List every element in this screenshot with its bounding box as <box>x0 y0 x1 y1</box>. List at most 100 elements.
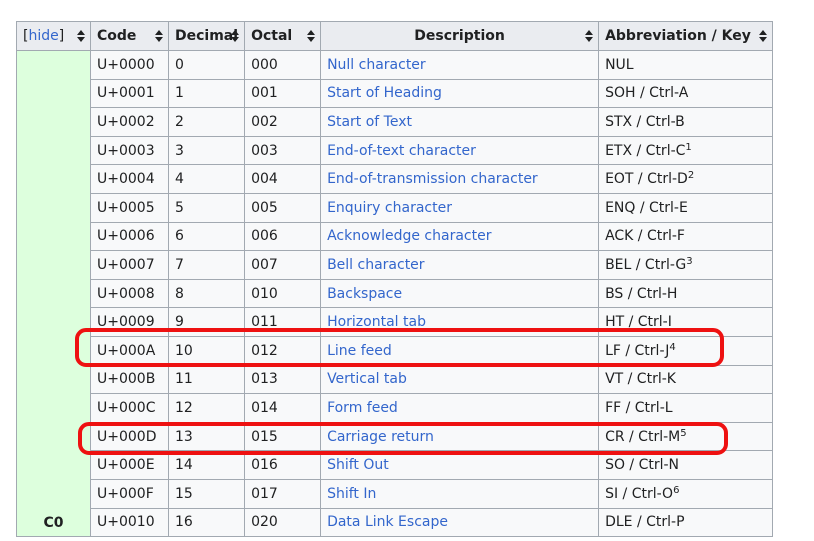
description-link[interactable]: Shift Out <box>327 457 389 473</box>
footnote-ref[interactable]: 1 <box>685 142 691 153</box>
abbreviation-cell: BS / Ctrl-H <box>598 278 774 309</box>
code-cell: U+0008 <box>90 278 169 309</box>
octal-cell: 020 <box>244 507 322 538</box>
header-decimal[interactable]: Decimal <box>167 21 246 51</box>
description-cell: Line feed <box>320 335 600 366</box>
octal-cell: 001 <box>244 78 322 109</box>
description-cell: Shift In <box>320 478 600 509</box>
table-row: C0 U+0000 0 000 Null character NUL <box>16 49 774 538</box>
abbreviation-text: BEL / Ctrl-G <box>605 256 687 273</box>
abbreviation-cell: HT / Ctrl-I <box>598 307 774 337</box>
table-row: U+000D 13 015 Carriage return CR / Ctrl-M5 <box>17 421 774 452</box>
code-cell: U+000E <box>90 450 169 480</box>
table-header-row: [hide] Code Decimal Octal Description Ab… <box>16 21 774 51</box>
sort-icon[interactable] <box>307 30 316 42</box>
header-hide-toggle[interactable]: [hide] <box>16 21 91 51</box>
abbreviation-text: STX / Ctrl-B <box>605 113 685 130</box>
description-cell: Shift Out <box>320 450 600 480</box>
octal-cell: 002 <box>244 107 322 137</box>
footnote-ref[interactable]: 2 <box>688 170 694 181</box>
code-cell: U+0009 <box>90 307 169 337</box>
decimal-cell: 14 <box>167 450 246 480</box>
description-link[interactable]: Horizontal tab <box>327 314 426 330</box>
description-link[interactable]: Acknowledge character <box>327 228 491 244</box>
abbreviation-cell: CR / Ctrl-M5 <box>598 421 774 452</box>
abbreviation-cell: EOT / Ctrl-D2 <box>598 164 774 194</box>
description-link[interactable]: End-of-text character <box>327 143 476 159</box>
octal-cell: 012 <box>244 335 322 366</box>
decimal-cell: 15 <box>167 478 246 509</box>
abbreviation-cell: STX / Ctrl-B <box>598 107 774 137</box>
footnote-ref[interactable]: 3 <box>686 256 692 267</box>
sort-icon[interactable] <box>759 30 768 42</box>
abbreviation-text: CR / Ctrl-M <box>605 428 681 445</box>
table-row: U+0006 6 006 Acknowledge character ACK / Ctr… <box>17 221 774 252</box>
description-cell: Enquiry character <box>320 192 600 223</box>
sort-icon[interactable] <box>155 30 163 42</box>
header-code[interactable]: Code <box>90 21 169 51</box>
sort-icon[interactable] <box>585 30 594 42</box>
description-link[interactable]: Data Link Escape <box>327 514 448 530</box>
description-cell: Vertical tab <box>320 364 600 395</box>
table-row: U+000B 11 013 Vertical tab VT / Ctrl-K <box>17 364 774 395</box>
octal-cell: 003 <box>244 135 322 166</box>
header-description[interactable]: Description <box>320 21 600 51</box>
decimal-cell: 2 <box>167 107 246 137</box>
table-row: U+0008 8 010 Backspace BS / Ctrl-H <box>17 278 774 309</box>
control-characters-table: [hide] Code Decimal Octal Description Ab… <box>16 21 774 538</box>
footnote-ref[interactable]: 4 <box>669 342 675 353</box>
description-link[interactable]: Form feed <box>327 400 398 416</box>
sort-icon[interactable] <box>77 30 85 42</box>
decimal-cell: 1 <box>167 78 246 109</box>
code-cell: U+000D <box>90 421 169 452</box>
abbreviation-text: HT / Ctrl-I <box>605 314 672 331</box>
abbreviation-text: SOH / Ctrl-A <box>605 85 689 102</box>
description-link[interactable]: Line feed <box>327 343 392 359</box>
description-cell: Start of Heading <box>320 78 600 109</box>
description-link[interactable]: Start of Heading <box>327 85 442 101</box>
code-cell: U+0003 <box>90 135 169 166</box>
abbreviation-cell: SO / Ctrl-N <box>598 450 774 480</box>
decimal-cell: 16 <box>167 507 246 538</box>
abbreviation-text: ETX / Ctrl-C <box>605 142 686 159</box>
table-row: U+0005 5 005 Enquiry character ENQ / Ctrl-E <box>17 192 774 223</box>
decimal-cell: 3 <box>167 135 246 166</box>
abbreviation-text: ACK / Ctrl-F <box>605 228 685 245</box>
footnote-ref[interactable]: 5 <box>680 428 686 439</box>
abbreviation-text: BS / Ctrl-H <box>605 285 678 302</box>
code-cell: U+000B <box>90 364 169 395</box>
table-row: U+0010 16 020 Data Link Escape DLE / Ctrl-P <box>17 507 774 538</box>
description-link[interactable]: Carriage return <box>327 429 434 445</box>
description-link[interactable]: Start of Text <box>327 114 412 130</box>
description-link[interactable]: Null character <box>327 57 426 73</box>
description-link[interactable]: End-of-transmission character <box>327 171 538 187</box>
abbreviation-text: EOT / Ctrl-D <box>605 171 688 188</box>
code-cell: U+0006 <box>90 221 169 252</box>
decimal-cell: 11 <box>167 364 246 395</box>
description-link[interactable]: Bell character <box>327 257 425 273</box>
decimal-cell: 5 <box>167 192 246 223</box>
abbreviation-text: DLE / Ctrl-P <box>605 514 685 531</box>
description-cell: Null character <box>320 50 600 80</box>
decimal-cell: 8 <box>167 278 246 309</box>
octal-cell: 011 <box>244 307 322 337</box>
sort-icon[interactable] <box>231 30 240 42</box>
table-row: U+0007 7 007 Bell character BEL / Ctrl-G3 <box>17 250 774 280</box>
octal-cell: 010 <box>244 278 322 309</box>
description-link[interactable]: Enquiry character <box>327 200 452 216</box>
header-octal[interactable]: Octal <box>244 21 322 51</box>
description-link[interactable]: Vertical tab <box>327 371 407 387</box>
table-row: U+000A 10 012 Line feed LF / Ctrl-J4 <box>17 335 774 366</box>
hide-link[interactable]: hide <box>28 28 58 44</box>
abbreviation-cell: VT / Ctrl-K <box>598 364 774 395</box>
header-abbreviation[interactable]: Abbreviation / Key <box>598 21 774 51</box>
decimal-cell: 9 <box>167 307 246 337</box>
footnote-ref[interactable]: 6 <box>673 485 679 496</box>
description-cell: Acknowledge character <box>320 221 600 252</box>
description-link[interactable]: Backspace <box>327 286 402 302</box>
description-link[interactable]: Shift In <box>327 486 376 502</box>
description-cell: Carriage return <box>320 421 600 452</box>
description-cell: Start of Text <box>320 107 600 137</box>
abbreviation-cell: ETX / Ctrl-C1 <box>598 135 774 166</box>
abbreviation-cell: DLE / Ctrl-P <box>598 507 774 538</box>
